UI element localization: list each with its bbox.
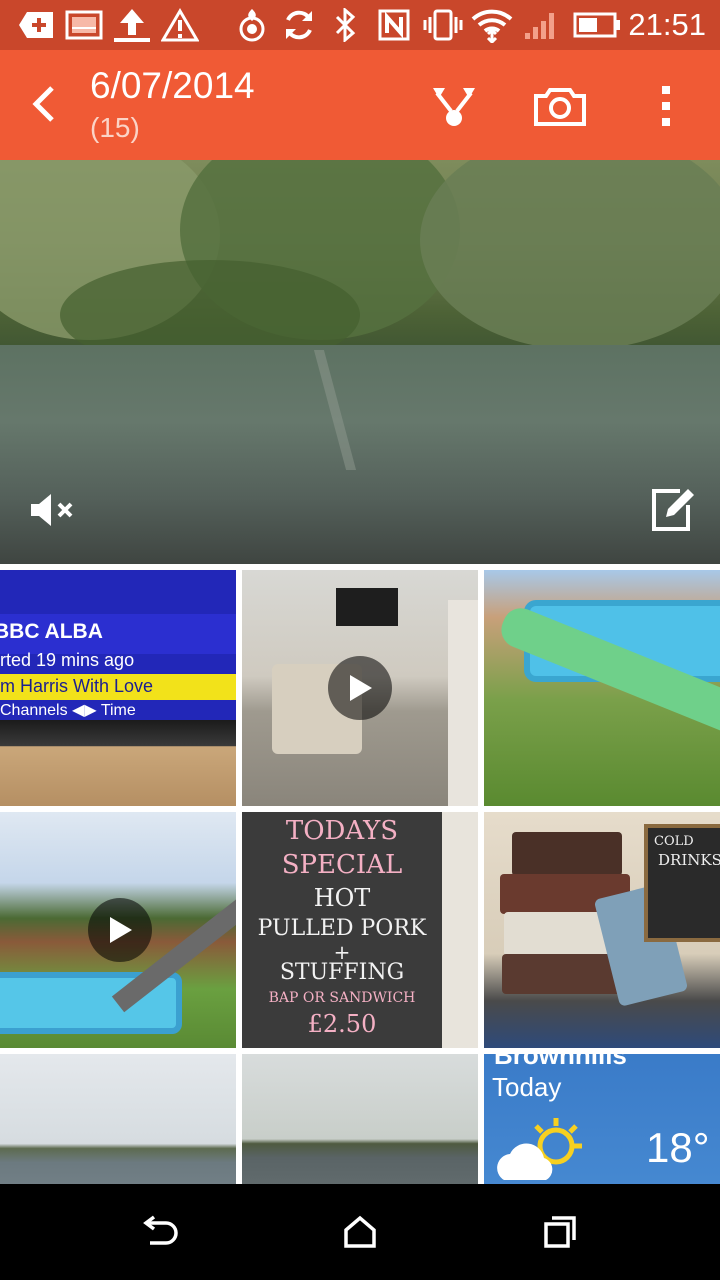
play-icon [350,675,372,701]
lake-water [0,345,720,564]
weather-location: Brownhills [494,1054,627,1070]
battery-icon [572,7,622,43]
tv-text: Channels ◀▶ Time [0,702,136,719]
tv-text: rted 19 mins ago [0,650,135,670]
chalk-text: HOT [313,884,371,912]
featured-video[interactable] [0,160,720,564]
tv [336,588,398,626]
temperature: 18° [646,1124,710,1171]
back-arrow-icon [32,86,54,122]
chalk-text: TODAYS [285,816,399,846]
edit-icon [652,489,694,531]
recents-nav-icon [544,1216,576,1248]
foliage [420,160,720,350]
wifi-icon [470,7,514,43]
share-button[interactable] [424,76,484,136]
chalk-text: PULLED PORK [257,916,427,941]
chalk-price: £2.50 [307,1010,377,1038]
upload-icon [110,7,154,43]
lake-photo-1[interactable] [0,1054,236,1184]
weather-widget-photo[interactable]: Brownhills Today 18° [484,1054,720,1184]
nfc-icon [376,7,412,43]
status-bar: 21:51 [0,0,720,50]
partly-cloudy-icon [497,1118,582,1180]
suitcase [512,832,622,876]
camera-button[interactable] [530,76,590,136]
app-bar: 6/07/2014 (15) [0,50,720,160]
home-nav-button[interactable] [330,1202,390,1262]
chalk-text: SPECIAL [281,850,403,880]
sign-text: DRINKS [658,851,720,869]
paddling-pool-slide-photo[interactable] [484,570,720,806]
gallery-notification-icon [64,7,104,43]
weather-day: Today [492,1072,562,1102]
warning-icon [160,7,200,43]
vibrate-icon [422,7,464,43]
edit-button[interactable] [642,480,702,540]
signal-icon [522,7,560,43]
page-title: 6/07/2014 [90,65,255,106]
home-nav-icon [344,1215,376,1248]
overflow-menu-icon [662,86,670,126]
back-button[interactable] [18,76,74,132]
item-count: (15) [90,112,140,143]
wall [442,812,478,1048]
back-nav-icon [143,1215,178,1245]
chalk-text: STUFFING [279,960,405,985]
bluetooth-icon [330,7,360,43]
chalkboard-photo[interactable]: TODAYS SPECIAL HOT PULLED PORK + STUFFIN… [242,812,478,1048]
sync-icon [280,7,318,43]
suitcases-photo[interactable]: COLD DRINKS [484,812,720,1048]
play-button[interactable] [88,898,152,962]
location-icon [234,7,270,43]
photo-grid: BBC ALBA rted 19 mins ago m Harris With … [0,564,720,1184]
tv-screen-photo[interactable]: BBC ALBA rted 19 mins ago m Harris With … [0,570,236,806]
tv-bezel [0,720,236,806]
tv-channel: BBC ALBA [0,620,103,643]
lake-photo-2[interactable] [242,1054,478,1184]
overflow-menu-button[interactable] [636,76,696,136]
play-icon [110,917,132,943]
mute-icon [31,494,73,526]
camera-icon [534,88,586,126]
navigation-bar [0,1184,720,1280]
garden-pool-video[interactable] [0,812,236,1048]
play-button[interactable] [328,656,392,720]
add-notification-icon [18,7,56,43]
recents-nav-button[interactable] [530,1202,590,1262]
back-nav-button[interactable] [130,1202,190,1262]
mute-button[interactable] [22,480,82,540]
share-icon [433,88,475,126]
sign-text: COLD [654,834,694,849]
drinks-sign: COLD DRINKS [644,824,720,942]
tv-programme: m Harris With Love [0,676,154,696]
chalk-text: BAP OR SANDWICH [268,990,416,1006]
door [448,600,478,806]
clock: 21:51 [628,7,706,42]
living-room-video[interactable] [242,570,478,806]
